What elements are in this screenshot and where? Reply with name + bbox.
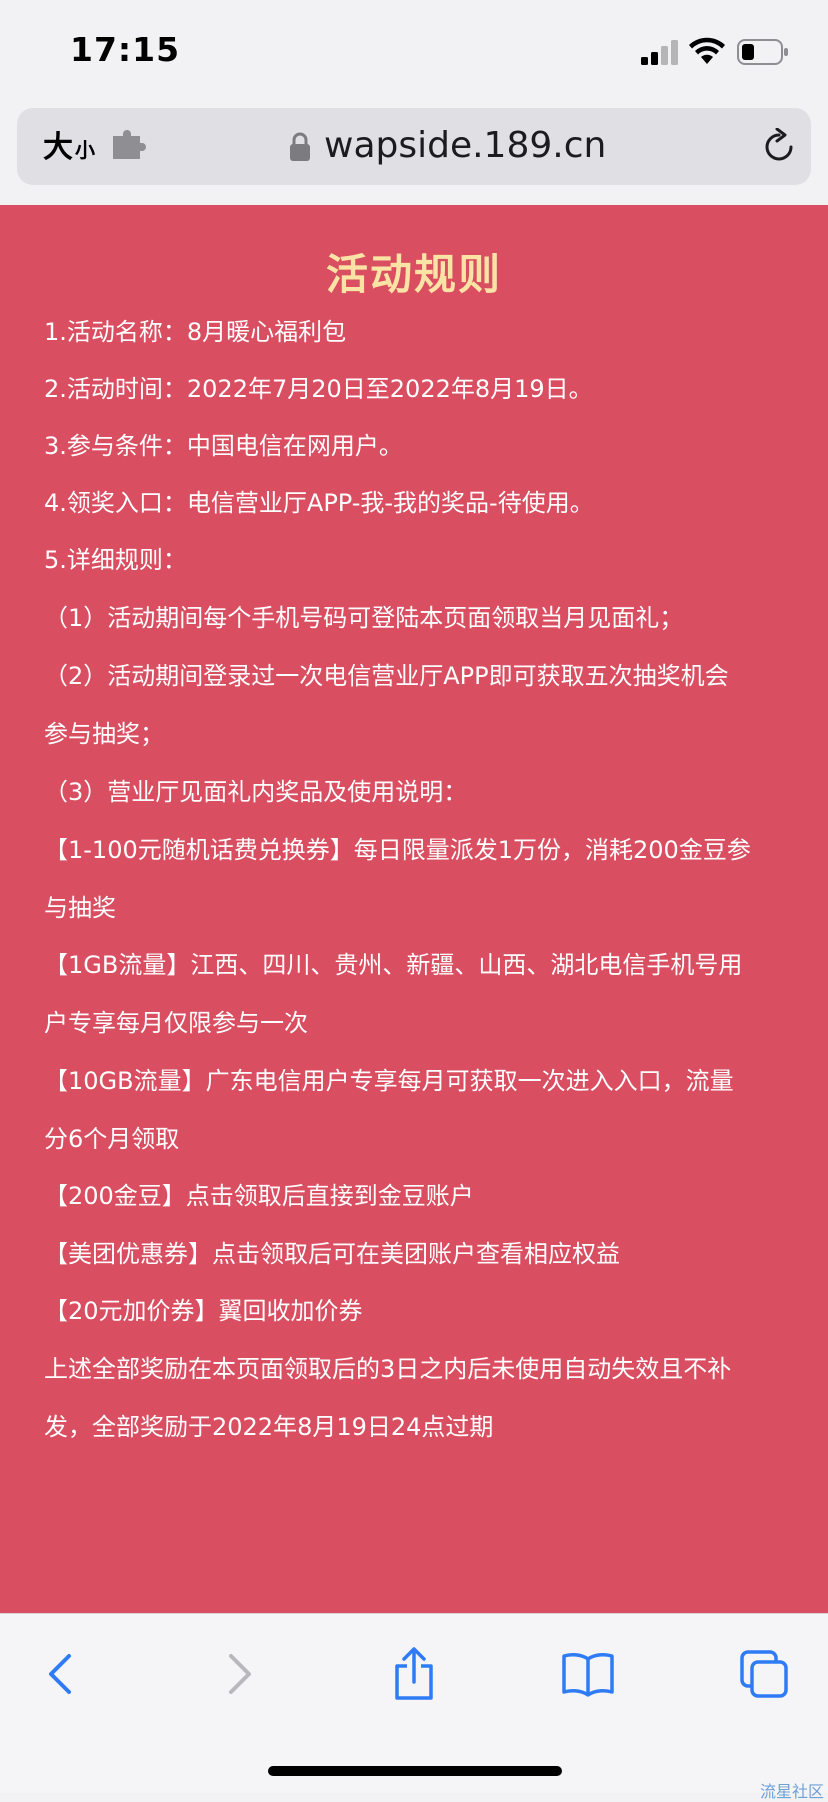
rule-line: 参与抽奖； [44,720,164,748]
battery-icon [737,39,788,65]
bookmarks-button[interactable] [558,1644,618,1704]
address-bar[interactable]: 大 小 wapside.189.cn [17,108,811,185]
bookmarks-icon [562,1653,614,1697]
rule-line: （1）活动期间每个手机号码可登陆本页面领取当月见面礼； [44,604,684,632]
watermark: 流星社区 [759,1782,824,1801]
share-button[interactable] [384,1644,444,1704]
rule-line: 【1GB流量】江西、四川、贵州、新疆、山西、湖北电信手机号用 [44,951,743,979]
extension-puzzle-icon[interactable] [110,130,148,162]
lock-icon [290,132,310,161]
forward-icon [229,1654,251,1694]
wifi-icon [689,37,725,64]
url-text[interactable]: wapside.189.cn [324,125,606,167]
rule-line: 【1-100元随机话费兑换券】每日限量派发1万份，消耗200金豆参 [44,836,751,864]
rule-line: 5.详细规则： [44,546,187,574]
rule-line: （3）营业厅见面礼内奖品及使用说明： [44,778,468,806]
back-button[interactable] [30,1644,90,1704]
rule-line: 【10GB流量】广东电信用户专享每月可获取一次进入入口，流量 [44,1067,734,1095]
text-size-small-label: 小 [75,138,95,162]
rule-line: 上述全部奖励在本页面领取后的3日之内后未使用自动失效且不补 [44,1355,732,1383]
status-bar: 17:15 [0,0,828,100]
rules-page: 活动规则 1.活动名称：8月暖心福利包 2.活动时间：2022年7月20日至20… [0,205,828,1613]
forward-button[interactable] [210,1644,270,1704]
rule-line: 【20元加价券】翼回收加价券 [44,1297,363,1325]
home-indicator[interactable] [268,1766,562,1776]
rule-line: 发，全部奖励于2022年8月19日24点过期 [44,1413,494,1441]
browser-toolbar: 流星社区 [0,1613,828,1801]
text-size-big-label: 大 [43,130,73,165]
text-size-button[interactable]: 大 小 [43,124,95,168]
rule-line: 户专享每月仅限参与一次 [44,1009,308,1037]
tabs-button[interactable] [734,1644,794,1704]
reload-icon[interactable] [760,128,798,166]
back-icon [49,1654,71,1694]
cellular-signal-icon [641,40,678,65]
share-icon [395,1647,433,1700]
tabs-icon [740,1650,788,1698]
rule-line: 【200金豆】点击领取后直接到金豆账户 [44,1182,474,1210]
status-time: 17:15 [70,30,181,69]
rule-line: （2）活动期间登录过一次电信营业厅APP即可获取五次抽奖机会 [44,662,729,690]
page-title: 活动规则 [325,250,502,299]
